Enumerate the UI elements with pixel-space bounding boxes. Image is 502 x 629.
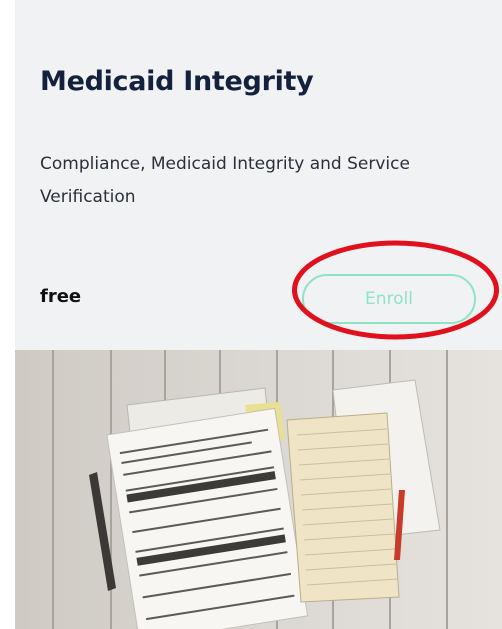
course-card[interactable]: Medicaid Integrity Compliance, Medicaid … [15, 0, 502, 629]
course-description: Compliance, Medicaid Integrity and Servi… [40, 154, 410, 207]
price-label: free [40, 286, 82, 307]
enroll-button[interactable]: Enroll [302, 274, 476, 324]
course-title: Medicaid Integrity [40, 66, 314, 97]
documents-photo [15, 350, 502, 629]
course-card-body: Medicaid Integrity Compliance, Medicaid … [15, 0, 502, 350]
